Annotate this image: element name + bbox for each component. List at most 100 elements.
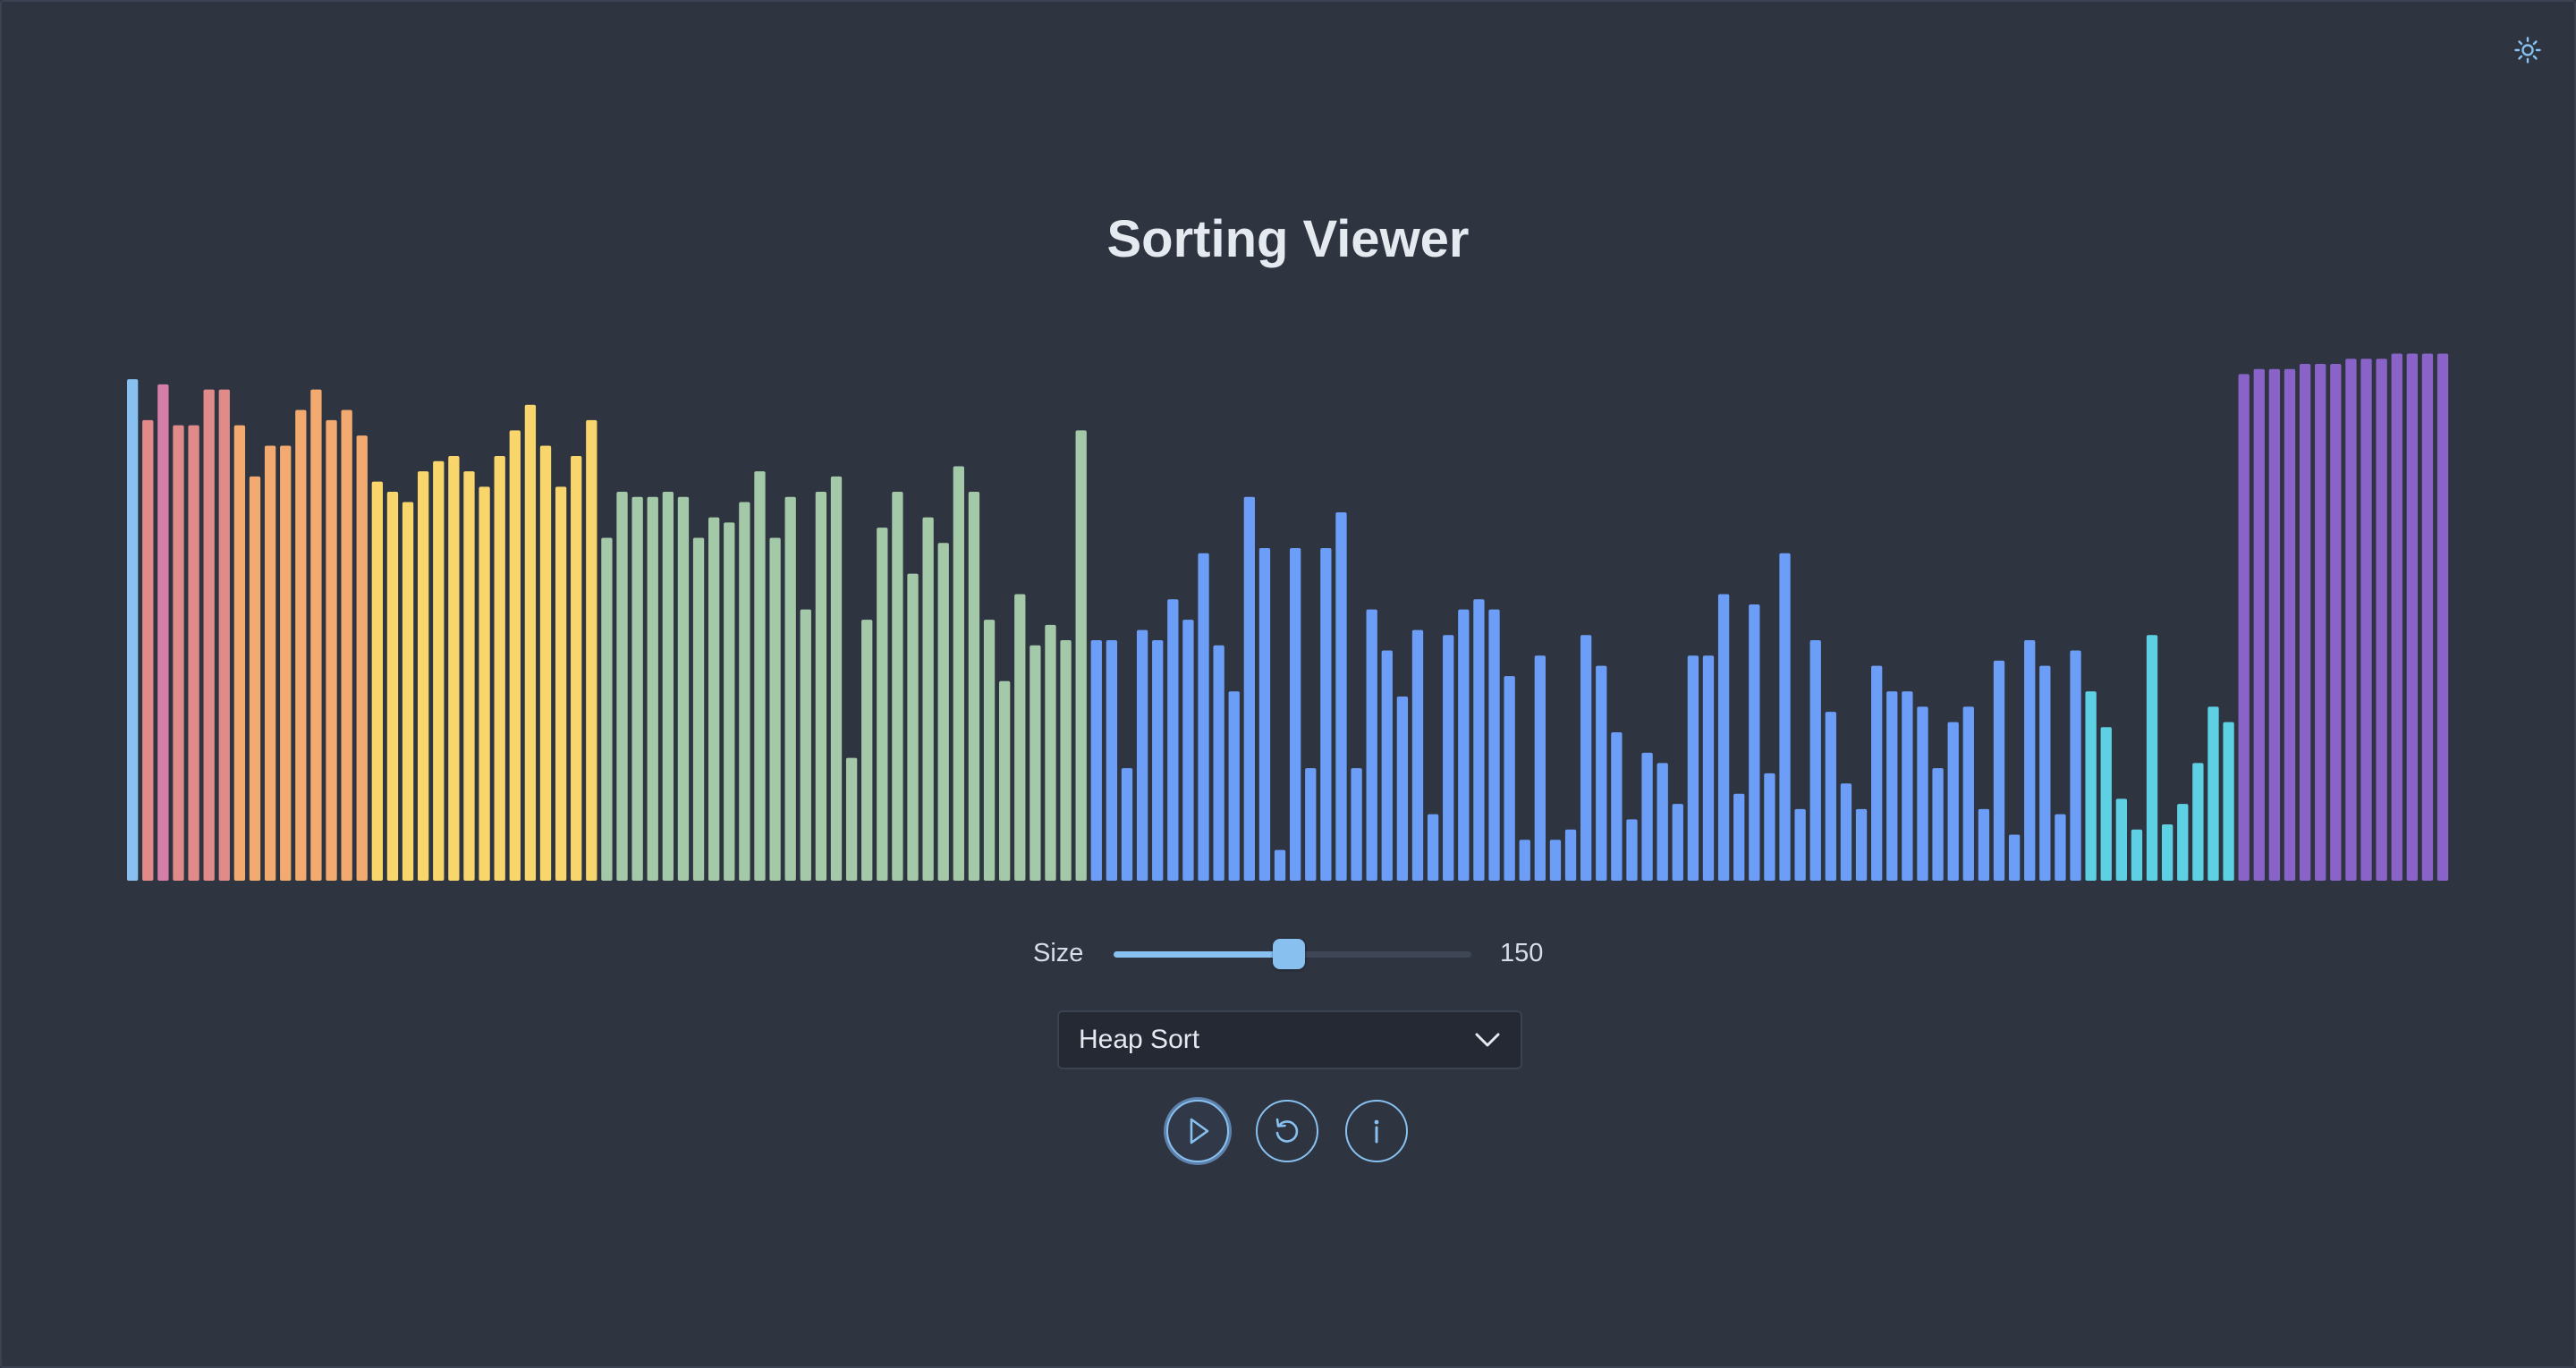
- array-bar: [800, 609, 811, 881]
- array-bar: [1274, 849, 1286, 881]
- reset-button[interactable]: [1256, 1100, 1318, 1162]
- array-bar: [1090, 640, 1102, 881]
- algorithm-select[interactable]: Heap Sort: [1057, 1010, 1522, 1069]
- array-bar: [2207, 706, 2219, 881]
- array-bar: [2421, 353, 2434, 881]
- info-button[interactable]: [1345, 1100, 1408, 1162]
- array-bar: [1121, 768, 1133, 881]
- array-bar: [2376, 359, 2387, 881]
- array-bar: [1580, 635, 1592, 881]
- array-bar: [845, 757, 858, 881]
- array-bar: [2085, 691, 2097, 881]
- array-bar: [2436, 353, 2449, 881]
- array-bar: [2330, 363, 2342, 881]
- array-bar: [1733, 793, 1745, 881]
- array-bar: [1779, 553, 1791, 881]
- array-bar: [2039, 665, 2051, 881]
- array-bar: [2345, 359, 2357, 881]
- array-bar: [539, 445, 552, 881]
- array-bar: [907, 573, 919, 881]
- array-bar: [1427, 814, 1439, 881]
- size-slider[interactable]: [1114, 928, 1471, 978]
- array-bar: [2024, 640, 2036, 881]
- array-bar: [937, 543, 949, 881]
- array-bar: [2162, 824, 2174, 881]
- array-bar: [2315, 363, 2326, 881]
- app-window: Sorting Viewer Size 150 Heap Sort: [0, 0, 2576, 1368]
- sun-icon: [2514, 37, 2541, 63]
- array-bar: [142, 419, 154, 881]
- array-bar: [1794, 808, 1806, 881]
- array-bar: [1978, 808, 1990, 881]
- array-bar: [1152, 640, 1164, 881]
- array-bar: [1030, 645, 1041, 881]
- array-bar: [1198, 553, 1209, 881]
- array-bar: [2177, 804, 2189, 881]
- array-bar: [2253, 368, 2265, 881]
- array-bar: [433, 460, 445, 881]
- array-bar: [1335, 511, 1347, 881]
- play-button[interactable]: [1166, 1100, 1229, 1162]
- array-bar: [157, 384, 169, 881]
- array-bar: [1473, 599, 1485, 881]
- array-bar: [1075, 430, 1087, 881]
- array-bar: [264, 445, 276, 881]
- size-label: Size: [1033, 938, 1084, 967]
- array-bar: [127, 379, 139, 881]
- array-bar: [494, 455, 505, 881]
- array-bar: [1932, 768, 1944, 881]
- array-bar: [203, 389, 215, 881]
- array-bar: [2070, 650, 2081, 881]
- array-bar: [386, 492, 399, 881]
- array-bar: [892, 492, 903, 881]
- array-bar: [1702, 655, 1715, 881]
- size-slider-thumb[interactable]: [1273, 939, 1305, 969]
- array-bar: [1917, 706, 1928, 881]
- array-bar: [1243, 496, 1255, 881]
- array-bar: [968, 492, 980, 881]
- array-bar: [1534, 655, 1546, 881]
- array-bar: [1749, 604, 1760, 881]
- array-bar: [509, 430, 521, 881]
- array-bar: [769, 537, 781, 881]
- array-bar: [1641, 752, 1653, 881]
- array-bar: [1443, 635, 1454, 881]
- array-bar: [188, 425, 199, 881]
- array-bar: [1167, 599, 1179, 881]
- array-bar: [1014, 594, 1026, 881]
- array-bar: [2223, 722, 2234, 881]
- array-bar: [1060, 640, 1072, 881]
- array-bar: [2360, 359, 2372, 881]
- array-bar: [1657, 763, 1668, 881]
- array-bar: [1381, 650, 1393, 881]
- array-bar: [479, 486, 490, 881]
- array-bar: [1626, 819, 1638, 881]
- array-bar: [1519, 840, 1530, 881]
- array-bar: [1564, 829, 1577, 881]
- array-bar: [1488, 609, 1500, 881]
- array-bar: [280, 445, 292, 881]
- array-bar: [708, 517, 720, 881]
- array-bar: [1228, 691, 1240, 881]
- array-bar: [1396, 696, 1409, 881]
- array-bar: [1947, 722, 1959, 881]
- array-bar: [326, 419, 337, 881]
- theme-toggle-button[interactable]: [2510, 32, 2546, 68]
- array-bar: [1825, 712, 1836, 881]
- array-bar: [371, 481, 383, 881]
- array-bar: [1871, 665, 1883, 881]
- array-bar: [402, 502, 414, 881]
- array-bar: [1717, 594, 1730, 881]
- array-bar: [233, 425, 246, 881]
- array-bar: [1840, 783, 1852, 881]
- array-bar: [1213, 645, 1224, 881]
- array-bar: [249, 476, 261, 881]
- array-bar: [2055, 814, 2066, 881]
- array-bar: [356, 435, 368, 881]
- array-bar: [586, 419, 597, 881]
- array-bar: [677, 496, 690, 881]
- array-bar: [662, 492, 674, 881]
- array-bar: [218, 389, 230, 881]
- array-bar: [1182, 620, 1194, 881]
- array-bar: [2238, 374, 2250, 881]
